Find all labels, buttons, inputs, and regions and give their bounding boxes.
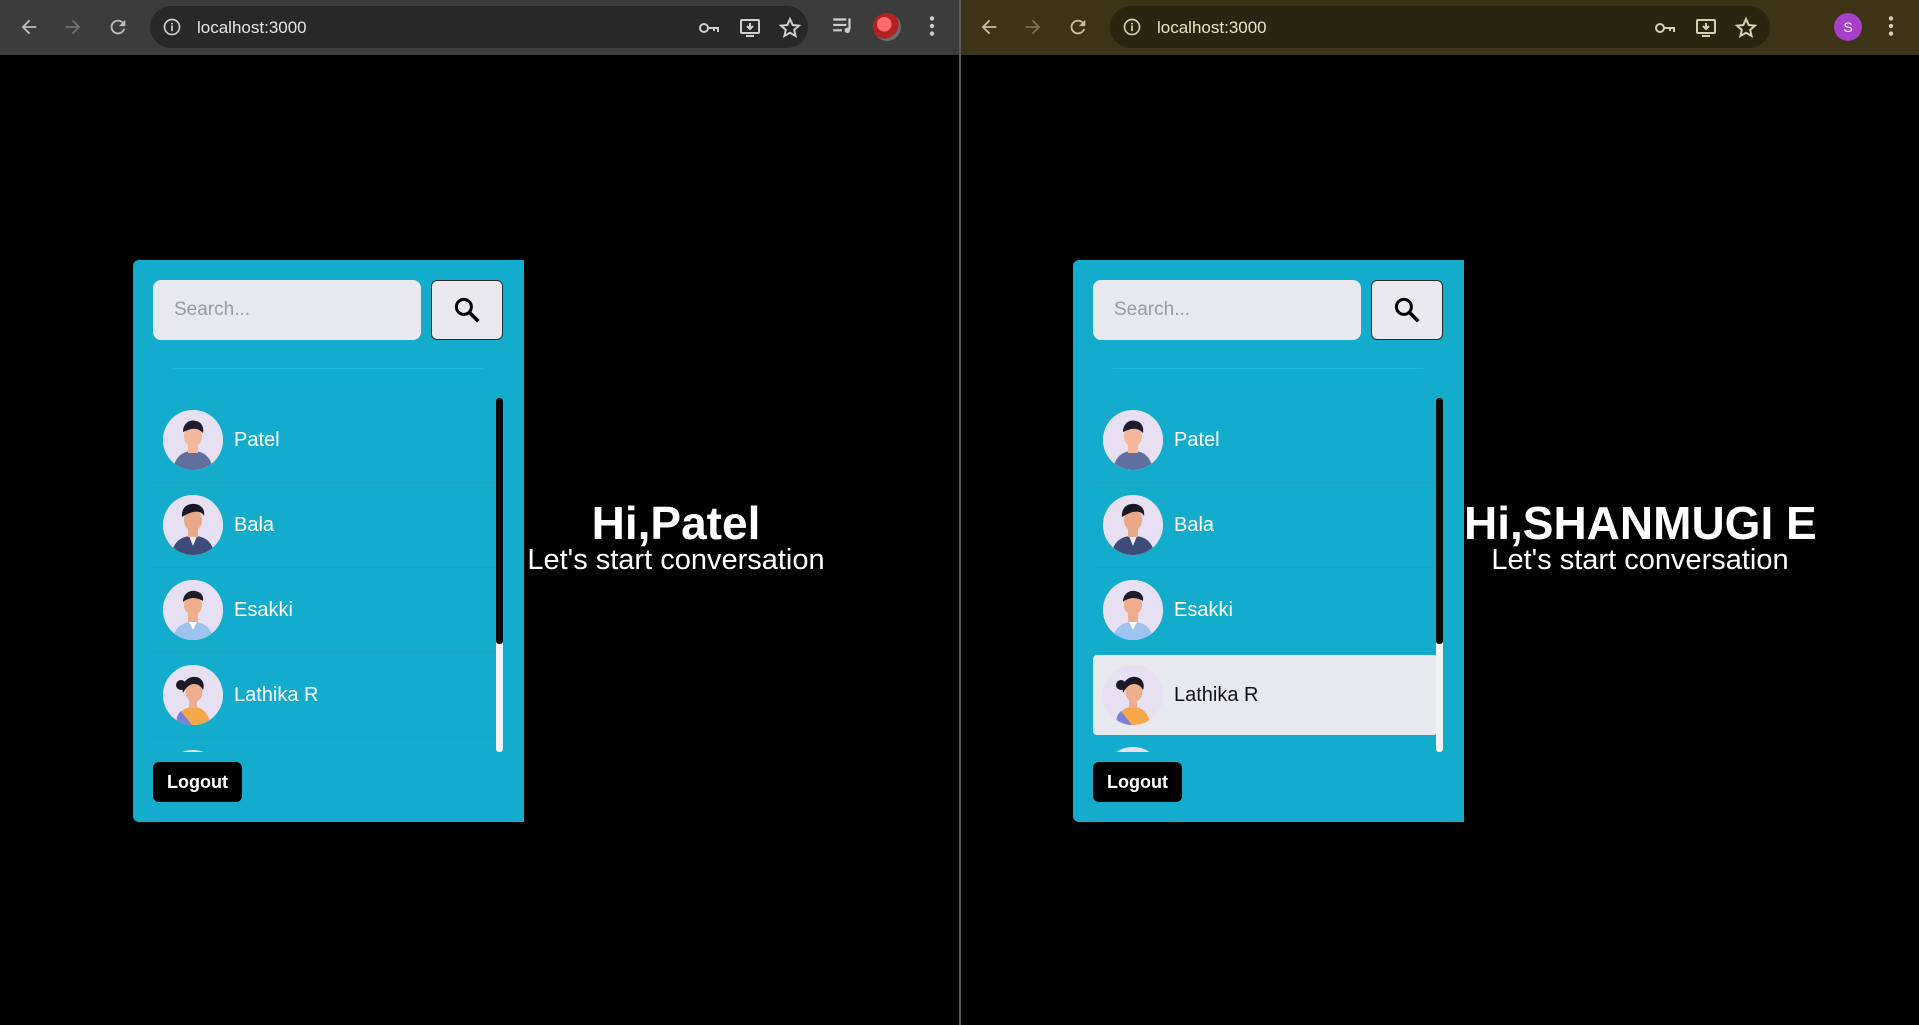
- list-item-esakki[interactable]: Esakki: [153, 568, 498, 653]
- list-item-patel[interactable]: Patel: [1093, 398, 1438, 483]
- divider: [1113, 368, 1423, 369]
- man-avatar-1: [163, 410, 223, 470]
- search-input[interactable]: [1093, 280, 1361, 340]
- man-avatar-2: [163, 495, 223, 555]
- site-info-icon[interactable]: [1122, 17, 1142, 37]
- avatar: [1103, 747, 1163, 752]
- search-icon: [1394, 297, 1420, 323]
- man-avatar-3: [1103, 580, 1163, 640]
- contact-name: Lathika R: [234, 683, 319, 706]
- list-item-lathika-r[interactable]: Lathika R: [153, 653, 498, 738]
- more-menu-icon[interactable]: [1878, 12, 1904, 40]
- man-avatar-2: [1103, 495, 1163, 555]
- list-item-partial[interactable]: [1093, 735, 1438, 752]
- greeting-subtitle: Let's start conversation: [527, 544, 825, 576]
- screen: localhost:3000 Patel: [0, 0, 1919, 1025]
- logout-button[interactable]: Logout: [153, 762, 242, 802]
- contact-name: Esakki: [1174, 598, 1233, 621]
- install-app-icon[interactable]: [1694, 16, 1718, 40]
- contact-name: Patel: [234, 428, 280, 451]
- man-avatar-3: [163, 580, 223, 640]
- media-controls-icon[interactable]: [830, 12, 856, 40]
- profile-avatar[interactable]: [873, 13, 901, 41]
- more-menu-icon[interactable]: [919, 12, 945, 40]
- greeting-block: Hi,Patel Let's start conversation: [524, 495, 828, 575]
- bookmark-star-icon[interactable]: [1734, 16, 1758, 40]
- list-item-bala[interactable]: Bala: [153, 483, 498, 568]
- reload-icon[interactable]: [103, 12, 133, 42]
- woman-avatar: [163, 665, 223, 725]
- man-avatar-1: [1103, 410, 1163, 470]
- browser-toolbar: localhost:3000 S: [961, 0, 1919, 55]
- search-icon: [454, 297, 480, 323]
- search-button[interactable]: [431, 280, 503, 340]
- list-item-partial[interactable]: [153, 738, 498, 752]
- browser-window-left: localhost:3000 Patel: [0, 0, 959, 1025]
- scrollbar[interactable]: [496, 398, 503, 752]
- list-item-bala[interactable]: Bala: [1093, 483, 1438, 568]
- address-bar[interactable]: localhost:3000: [150, 6, 808, 48]
- address-bar[interactable]: localhost:3000: [1110, 6, 1770, 48]
- password-key-icon[interactable]: [697, 16, 721, 40]
- reload-icon[interactable]: [1063, 12, 1093, 42]
- divider: [173, 368, 483, 369]
- contact-name: Patel: [1174, 428, 1220, 451]
- woman-avatar: [1103, 665, 1163, 725]
- contact-name: Bala: [234, 513, 275, 536]
- browser-window-right: localhost:3000 S Patel: [961, 0, 1919, 1025]
- profile-avatar[interactable]: S: [1834, 13, 1862, 41]
- scrollbar[interactable]: [1436, 398, 1443, 752]
- url-text: localhost:3000: [1157, 18, 1267, 37]
- greeting-title: Hi,Patel: [591, 497, 761, 549]
- contacts-panel: Patel Bala Esakki: [1073, 260, 1464, 822]
- install-app-icon[interactable]: [738, 16, 762, 40]
- scrollbar-thumb[interactable]: [1436, 398, 1443, 644]
- back-icon[interactable]: [974, 12, 1004, 42]
- greeting-subtitle: Let's start conversation: [1491, 544, 1789, 576]
- contact-name: Bala: [1174, 513, 1215, 536]
- search-button[interactable]: [1371, 280, 1443, 340]
- contacts-panel: Patel Bala Esakki: [133, 260, 524, 822]
- list-item-esakki[interactable]: Esakki: [1093, 568, 1438, 653]
- list-item-patel[interactable]: Patel: [153, 398, 498, 483]
- avatar: [163, 750, 223, 752]
- contact-name: Lathika R: [1174, 683, 1259, 706]
- contact-list[interactable]: Patel Bala Esakki Lathika R: [153, 398, 498, 752]
- contact-name: Esakki: [234, 598, 293, 621]
- forward-icon[interactable]: [58, 12, 88, 42]
- greeting-title: Hi,SHANMUGI E: [1464, 497, 1817, 549]
- scrollbar-thumb[interactable]: [496, 398, 503, 644]
- password-key-icon[interactable]: [1653, 16, 1677, 40]
- back-icon[interactable]: [14, 12, 44, 42]
- contact-list[interactable]: Patel Bala Esakki Lathika R: [1093, 398, 1438, 752]
- site-info-icon[interactable]: [162, 17, 182, 37]
- search-input[interactable]: [153, 280, 421, 340]
- bookmark-star-icon[interactable]: [778, 16, 802, 40]
- forward-icon[interactable]: [1018, 12, 1048, 42]
- browser-toolbar: localhost:3000: [0, 0, 959, 55]
- list-item-lathika-r[interactable]: Lathika R: [1093, 655, 1438, 735]
- url-text: localhost:3000: [197, 18, 307, 37]
- logout-button[interactable]: Logout: [1093, 762, 1182, 802]
- greeting-block: Hi,SHANMUGI E Let's start conversation: [1464, 495, 1817, 576]
